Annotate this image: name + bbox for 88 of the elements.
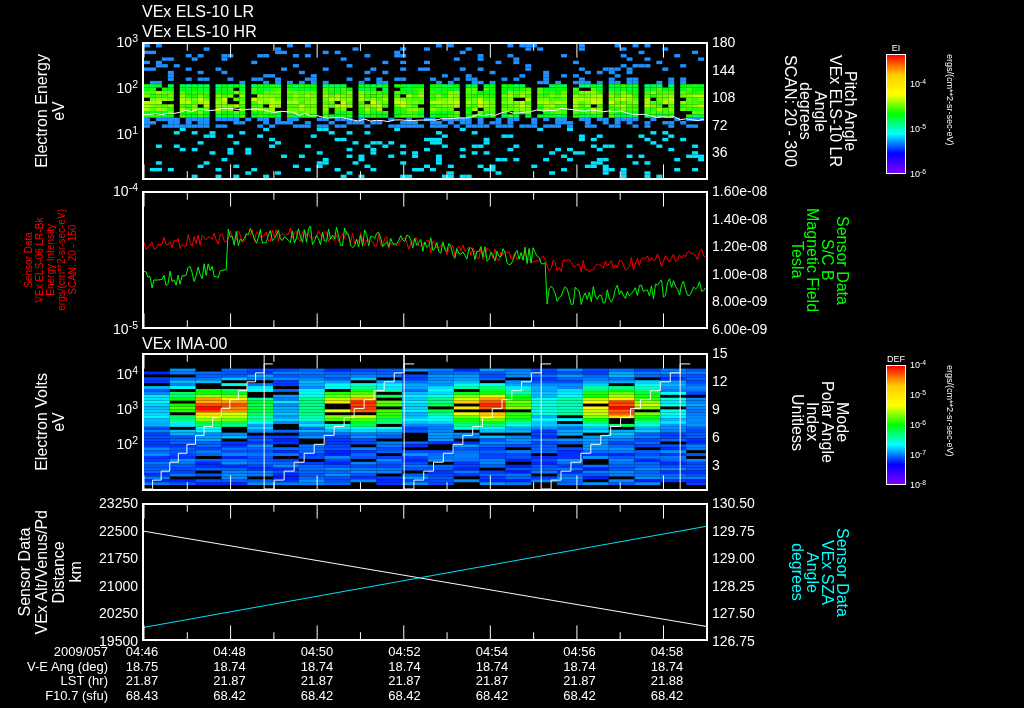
- tick-label: 130.50: [712, 495, 756, 511]
- tick-label: 21000: [99, 577, 138, 594]
- tick-label: 10$^{3}$: [116, 34, 138, 50]
- row-value: 68.43: [124, 688, 160, 703]
- tick-label: 10$^{1}$: [116, 126, 138, 142]
- row-value: 68.42: [299, 688, 335, 703]
- axis-label: Sensor Data S/C B Magnetic Field Tesla: [790, 207, 850, 312]
- row-value: 04:52: [387, 645, 422, 660]
- tick-label: 10$^{2}$: [116, 436, 138, 452]
- colorbar-tick-label: 10$^{-5}$: [910, 390, 928, 400]
- row-value: 04:56: [562, 645, 597, 660]
- tick-label: 129.00: [712, 550, 756, 567]
- axis-label: Sensor Data VEx SZA Angle degrees: [790, 527, 850, 617]
- colorbar-title: DEF: [887, 353, 905, 365]
- row-value: 68.42: [562, 688, 597, 703]
- axis-label: Sensor Data VEx ELS-06 LR-Bk Energy Intensity ergs/(cm**2-sr-sec-eV) SCAN: 20 - 150: [22, 209, 78, 311]
- axis-label: Electron Volts eV: [33, 373, 67, 471]
- tick-label: 15: [712, 345, 729, 361]
- row-value: 18.74: [387, 659, 422, 674]
- colorbar-units: ergs/(cm**2-sr-sec-eV): [944, 365, 956, 457]
- row-value: 68.42: [649, 688, 685, 703]
- tick-label: 1.00e-08: [712, 265, 769, 282]
- tick-label: 22500: [99, 522, 138, 539]
- axis-label: Electron Energy eV: [33, 54, 67, 168]
- row-value: 68.42: [387, 688, 422, 703]
- row-value: 18.74: [299, 659, 335, 674]
- panel-title: VEx ELS-10 LR: [142, 2, 256, 22]
- tick-label: 10$^{-4}$: [113, 183, 138, 199]
- row-value: 21.87: [299, 674, 335, 689]
- row-value: 04:48: [212, 645, 247, 660]
- colorbar-tick-label: 10$^{-6}$: [910, 169, 928, 179]
- colorbar-tick-label: 10$^{-5}$: [910, 124, 928, 134]
- axis-label: Mode Polar Angle Index Unitless: [790, 381, 850, 463]
- tick-label: 12: [712, 373, 729, 389]
- colorbar-tick-label: 10$^{-8}$: [910, 480, 928, 490]
- tick-label: 10$^{3}$: [116, 401, 138, 417]
- colorbar-title: EI: [891, 42, 901, 54]
- row-value: 21.87: [474, 674, 510, 689]
- row-label: V-E Ang (deg): [26, 659, 109, 674]
- row-value: 04:58: [649, 645, 685, 660]
- colorbar-units: ergs/(cm**2-sr-sec-eV): [944, 54, 956, 146]
- row-value: 21.87: [212, 674, 247, 689]
- tick-label: 180: [712, 34, 737, 50]
- tick-label: 3: [712, 457, 721, 473]
- tick-label: 127.50: [712, 605, 756, 622]
- tick-label: 6: [712, 429, 721, 445]
- tick-label: 129.75: [712, 522, 756, 539]
- tick-label: 23250: [99, 495, 138, 511]
- tick-label: 1.60e-08: [712, 183, 769, 199]
- colorbar-tick-label: 10$^{-6}$: [910, 420, 928, 430]
- tick-label: 21750: [99, 550, 138, 567]
- tick-label: 10$^{4}$: [116, 366, 138, 382]
- row-value: 18.74: [562, 659, 597, 674]
- row-value: 18.75: [124, 659, 160, 674]
- tick-label: 128.25: [712, 577, 756, 594]
- tick-label: 126.75: [712, 632, 756, 649]
- tick-label: 10$^{-5}$: [113, 321, 138, 337]
- row-value: 18.74: [649, 659, 685, 674]
- row-value: 04:50: [299, 645, 335, 660]
- axis-label: Pitch Angle VEx ELS-10 LR Angle degrees SCAN: 20 - 300: [782, 54, 858, 168]
- panel-title: VEx IMA-00: [142, 335, 228, 353]
- row-value: 04:46: [125, 645, 160, 660]
- row-value: 21.88: [649, 674, 685, 689]
- row-label: LST (hr): [60, 674, 109, 689]
- colorbar-tick-label: 10$^{-7}$: [910, 450, 928, 460]
- row-value: 21.87: [124, 674, 160, 689]
- tick-label: 36: [712, 144, 729, 160]
- tick-label: 1.40e-08: [712, 210, 769, 227]
- row-value: 21.87: [387, 674, 422, 689]
- row-value: 21.87: [562, 674, 597, 689]
- tick-label: 10$^{2}$: [116, 80, 138, 96]
- tick-label: 144: [712, 61, 737, 78]
- row-value: 18.74: [212, 659, 247, 674]
- tick-label: 20250: [99, 605, 138, 622]
- row-value: 68.42: [474, 688, 510, 703]
- colorbar-tick-label: 10$^{-4}$: [910, 79, 928, 89]
- axis-label: Sensor Data VEx Alt/Venus/Pd Distance km: [16, 509, 84, 635]
- colorbar-tick-label: 10$^{-4}$: [910, 360, 928, 370]
- tick-label: 72: [712, 116, 729, 133]
- row-value: 04:54: [474, 645, 510, 660]
- tick-label: 108: [712, 89, 737, 105]
- row-label: F10.7 (sfu): [44, 688, 109, 703]
- tick-label: 8.00e-09: [712, 293, 769, 310]
- tick-label: 9: [712, 401, 721, 417]
- row-value: 18.74: [474, 659, 510, 674]
- tick-label: 6.00e-09: [712, 320, 769, 337]
- tick-label: 1.20e-08: [712, 238, 769, 255]
- row-value: 68.42: [212, 688, 247, 703]
